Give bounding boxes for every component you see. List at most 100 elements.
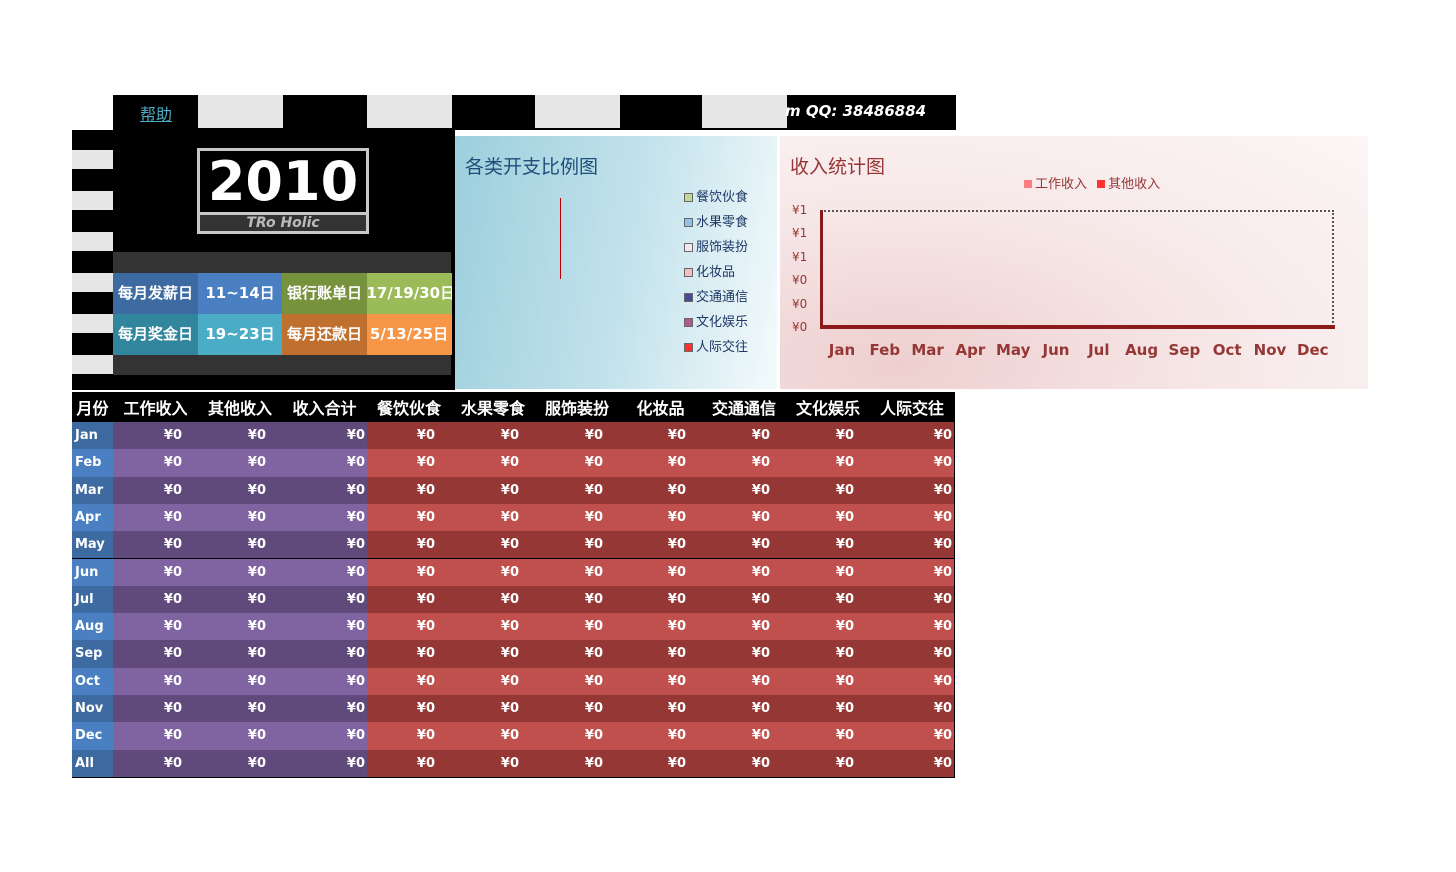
legend-swatch <box>1097 180 1106 188</box>
value-cell: ¥0 <box>619 476 702 504</box>
x-tick-label: Aug <box>1125 341 1159 359</box>
column-header: 化妆品 <box>636 399 685 418</box>
table-row: Aug ¥0 ¥0 ¥0 ¥0 ¥0 ¥0 ¥0 ¥0 ¥0 ¥0 <box>72 613 954 641</box>
legend-label: 服饰装扮 <box>696 240 749 255</box>
value-cell: ¥0 <box>282 749 367 777</box>
y-tick-label: ¥0 <box>792 296 808 311</box>
x-axis <box>820 325 1335 329</box>
column-header: 其他收入 <box>207 399 272 418</box>
table-row: Jun ¥0 ¥0 ¥0 ¥0 ¥0 ¥0 ¥0 ¥0 ¥0 ¥0 <box>72 558 954 586</box>
legend-item: 水果零食 <box>684 211 748 230</box>
value-cell: ¥0 <box>702 476 786 504</box>
table-row: All ¥0 ¥0 ¥0 ¥0 ¥0 ¥0 ¥0 ¥0 ¥0 ¥0 <box>72 749 954 777</box>
legend-item: 文化娱乐 <box>684 311 748 330</box>
chart-title: 各类开支比例图 <box>465 156 599 178</box>
value-cell: ¥0 <box>451 667 535 695</box>
x-tick-label: Dec <box>1297 341 1329 359</box>
value-cell: ¥0 <box>786 558 870 586</box>
value-cell: ¥0 <box>535 531 619 559</box>
value-cell: ¥0 <box>786 422 870 450</box>
x-tick-label: Jan <box>828 341 856 359</box>
legend: 工作收入 其他收入 <box>1018 173 1160 192</box>
legend-swatch <box>684 243 693 252</box>
value-cell: ¥0 <box>282 476 367 504</box>
month-cell: May <box>72 531 113 559</box>
value-cell: ¥0 <box>198 422 282 450</box>
value-cell: ¥0 <box>786 449 870 477</box>
value-cell: ¥0 <box>367 722 451 750</box>
table-row: Jan ¥0 ¥0 ¥0 ¥0 ¥0 ¥0 ¥0 ¥0 ¥0 ¥0 <box>72 422 954 450</box>
help-link[interactable]: 帮助 <box>140 101 172 125</box>
value-cell: ¥0 <box>619 667 702 695</box>
value-cell: ¥0 <box>702 640 786 668</box>
value-cell: ¥0 <box>870 585 954 614</box>
top-block <box>535 95 620 128</box>
value-cell: ¥0 <box>535 640 619 668</box>
legend-swatch <box>684 318 693 327</box>
value-cell: ¥0 <box>451 722 535 750</box>
y-tick-label: ¥0 <box>792 320 808 334</box>
column-header: 餐饮伙食 <box>376 399 441 418</box>
value-cell: ¥0 <box>282 613 367 641</box>
value-cell: ¥0 <box>870 422 954 450</box>
value-cell: ¥0 <box>535 722 619 750</box>
value-cell: ¥0 <box>367 667 451 695</box>
x-tick-label: Mar <box>911 341 944 359</box>
legend-label: 其他收入 <box>1108 177 1161 192</box>
legend-label: 文化娱乐 <box>696 315 749 330</box>
legend-item: 服饰装扮 <box>684 236 748 255</box>
data-table: Jan ¥0 ¥0 ¥0 ¥0 ¥0 ¥0 ¥0 ¥0 ¥0 ¥0 Feb ¥0 ¥0 ¥0 ¥0 ¥0 ¥0 ¥0… <box>72 422 955 778</box>
column-header: 人际交往 <box>879 399 944 418</box>
value-cell: ¥0 <box>282 558 367 586</box>
value-cell: ¥0 <box>282 585 367 614</box>
legend-item: 化妆品 <box>684 261 735 280</box>
value-cell: ¥0 <box>702 722 786 750</box>
x-tick-label: Sep <box>1168 341 1201 359</box>
table-row: Oct ¥0 ¥0 ¥0 ¥0 ¥0 ¥0 ¥0 ¥0 ¥0 ¥0 <box>72 667 954 695</box>
value-cell: ¥0 <box>619 613 702 641</box>
top-block <box>702 95 787 128</box>
value-cell: ¥0 <box>282 695 367 723</box>
calendar-cell: 银行账单日 <box>282 273 367 314</box>
value-cell: ¥0 <box>451 695 535 723</box>
value-cell: ¥0 <box>282 722 367 750</box>
column-header: 工作收入 <box>123 399 188 418</box>
year-badge: 2010 TRo Holic <box>197 148 369 234</box>
value-cell: ¥0 <box>113 749 198 777</box>
value-cell: ¥0 <box>451 640 535 668</box>
value-cell: ¥0 <box>786 667 870 695</box>
legend-label: 交通通信 <box>696 290 749 305</box>
calendar-cell: 5/13/25日 <box>366 313 452 355</box>
y-tick-label: ¥1 <box>792 203 808 217</box>
left-stripes <box>72 130 113 390</box>
value-cell: ¥0 <box>786 476 870 504</box>
legend-item: 人际交往 <box>684 336 748 355</box>
value-cell: ¥0 <box>282 422 367 450</box>
y-tick-label: ¥1 <box>792 249 808 264</box>
x-tick-label: Jun <box>1042 341 1070 359</box>
value-cell: ¥0 <box>702 503 786 532</box>
value-cell: ¥0 <box>786 695 870 723</box>
month-cell: Jun <box>72 558 113 586</box>
value-cell: ¥0 <box>786 722 870 750</box>
value-cell: ¥0 <box>619 422 702 450</box>
value-cell: ¥0 <box>702 422 786 450</box>
value-cell: ¥0 <box>451 531 535 559</box>
value-cell: ¥0 <box>113 422 198 450</box>
top-block <box>198 95 283 128</box>
value-cell: ¥0 <box>282 503 367 532</box>
year: 2010 <box>207 150 359 213</box>
value-cell: ¥0 <box>619 749 702 777</box>
expense-pie-chart: 各类开支比例图 餐饮伙食水果零食服饰装扮化妆品交通通信文化娱乐人际交往 <box>455 136 777 389</box>
value-cell: ¥0 <box>535 695 619 723</box>
legend-item: 餐饮伙食 <box>684 186 748 205</box>
value-cell: ¥0 <box>786 613 870 641</box>
value-cell: ¥0 <box>870 613 954 641</box>
value-cell: ¥0 <box>702 695 786 723</box>
divider <box>113 252 451 273</box>
month-cell: Jul <box>72 585 113 614</box>
value-cell: ¥0 <box>619 585 702 614</box>
value-cell: ¥0 <box>451 585 535 614</box>
value-cell: ¥0 <box>535 613 619 641</box>
value-cell: ¥0 <box>451 449 535 477</box>
